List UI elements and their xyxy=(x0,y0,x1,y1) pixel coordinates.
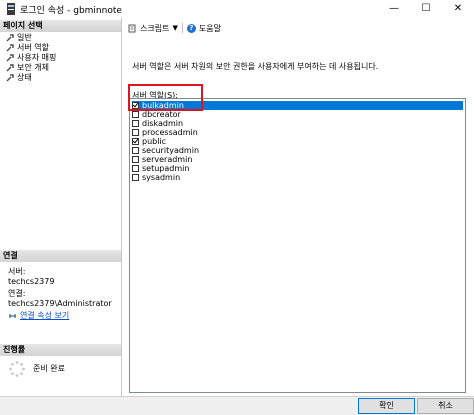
progress-header: 진행률 xyxy=(0,344,121,356)
connection-label: 연결: xyxy=(8,289,26,298)
maximize-icon: ☐ xyxy=(421,3,431,14)
minimize-icon: — xyxy=(389,3,399,14)
role-name: securityadmin xyxy=(142,146,200,155)
left-panel: 페이지 선택 일반 서버 역할 사용자 매핑 보안 개체 상태 연결 서버: t… xyxy=(0,18,122,396)
role-checkbox-setupadmin[interactable] xyxy=(132,165,139,172)
view-connection-link-text: 연결 속성 보기 xyxy=(20,311,70,320)
wrench-icon xyxy=(6,64,14,72)
connection-value: techcs2379\Administrator xyxy=(8,299,112,308)
ssms-app-icon xyxy=(7,3,15,15)
cancel-button[interactable]: 취소 xyxy=(417,398,474,414)
script-button[interactable]: 스크립트 ▼ xyxy=(128,23,178,34)
help-button[interactable]: ? 도움말 xyxy=(186,23,221,34)
login-properties-window: 로그인 속성 - gbminnote — ☐ ✕ 페이지 선택 일반 서버 역할… xyxy=(0,0,474,415)
script-icon xyxy=(128,24,136,32)
role-checkbox-dbcreator[interactable] xyxy=(132,111,139,118)
server-roles-description: 서버 역할은 서버 차원의 보안 권한을 사용자에게 부여하는 데 사용됩니다. xyxy=(132,62,379,71)
role-row-public[interactable]: public xyxy=(132,137,463,146)
role-row-dbcreator[interactable]: dbcreator xyxy=(132,110,463,119)
title-bar: 로그인 속성 - gbminnote — ☐ ✕ xyxy=(0,0,474,18)
connection-header: 연결 xyxy=(0,250,121,262)
role-row-serveradmin[interactable]: serveradmin xyxy=(132,155,463,164)
role-name: processadmin xyxy=(142,128,198,137)
wrench-icon xyxy=(6,44,14,52)
wrench-icon xyxy=(6,74,14,82)
nav-item-user-mapping[interactable]: 사용자 매핑 xyxy=(6,53,56,63)
server-label: 서버: xyxy=(8,267,26,276)
nav-item-general[interactable]: 일반 xyxy=(6,33,32,43)
role-row-setupadmin[interactable]: setupadmin xyxy=(132,164,463,173)
role-name: dbcreator xyxy=(142,110,181,119)
role-name: diskadmin xyxy=(142,119,184,128)
nav-item-server-roles[interactable]: 서버 역할 xyxy=(6,43,49,53)
chevron-down-icon: ▼ xyxy=(172,24,178,32)
role-checkbox-processadmin[interactable] xyxy=(132,129,139,136)
close-icon: ✕ xyxy=(453,3,463,14)
nav-item-label: 일반 xyxy=(17,33,32,42)
right-panel: 스크립트 ▼ ? 도움말 서버 역할은 서버 차원의 보안 권한을 사용자에게 … xyxy=(122,18,474,396)
ok-button[interactable]: 확인 xyxy=(358,398,415,414)
status-text: 준비 완료 xyxy=(33,364,65,373)
nav-item-label: 상태 xyxy=(17,73,32,82)
progress-spinner-icon xyxy=(9,361,25,377)
role-name: sysadmin xyxy=(142,173,181,182)
help-label: 도움말 xyxy=(198,23,221,33)
view-connection-properties-link[interactable]: 연결 속성 보기 xyxy=(8,310,69,321)
nav-item-securables[interactable]: 보안 개체 xyxy=(6,63,49,73)
server-roles-listbox[interactable]: bulkadmin dbcreator diskadmin processadm… xyxy=(129,98,466,393)
role-row-diskadmin[interactable]: diskadmin xyxy=(132,119,463,128)
role-row-processadmin[interactable]: processadmin xyxy=(132,128,463,137)
nav-item-label: 서버 역할 xyxy=(17,43,49,52)
nav-item-status[interactable]: 상태 xyxy=(6,73,32,83)
annotation-highlight-box xyxy=(128,84,203,111)
close-button[interactable]: ✕ xyxy=(442,0,474,18)
role-name: public xyxy=(142,137,167,146)
server-value: techcs2379 xyxy=(8,277,55,286)
wrench-icon xyxy=(6,54,14,62)
window-title: 로그인 속성 - gbminnote xyxy=(20,6,122,16)
role-name: serveradmin xyxy=(142,155,193,164)
role-checkbox-public[interactable] xyxy=(132,138,139,145)
minimize-button[interactable]: — xyxy=(378,0,410,18)
role-row-securityadmin[interactable]: securityadmin xyxy=(132,146,463,155)
maximize-button[interactable]: ☐ xyxy=(410,0,442,18)
dialog-button-bar: 확인 취소 xyxy=(0,396,474,415)
nav-item-label: 사용자 매핑 xyxy=(17,53,57,62)
wrench-icon xyxy=(6,34,14,42)
toolbar: 스크립트 ▼ ? 도움말 xyxy=(128,22,221,34)
role-checkbox-serveradmin[interactable] xyxy=(132,156,139,163)
role-row-sysadmin[interactable]: sysadmin xyxy=(132,173,463,182)
nav-item-label: 보안 개체 xyxy=(17,63,49,72)
connection-icon xyxy=(9,313,16,318)
role-checkbox-securityadmin[interactable] xyxy=(132,147,139,154)
role-name: setupadmin xyxy=(142,164,190,173)
help-icon: ? xyxy=(186,23,196,33)
page-select-header: 페이지 선택 xyxy=(0,20,121,32)
toolbar-separator xyxy=(181,23,183,33)
script-label: 스크립트 xyxy=(140,23,170,33)
role-checkbox-diskadmin[interactable] xyxy=(132,120,139,127)
role-checkbox-sysadmin[interactable] xyxy=(132,174,139,181)
